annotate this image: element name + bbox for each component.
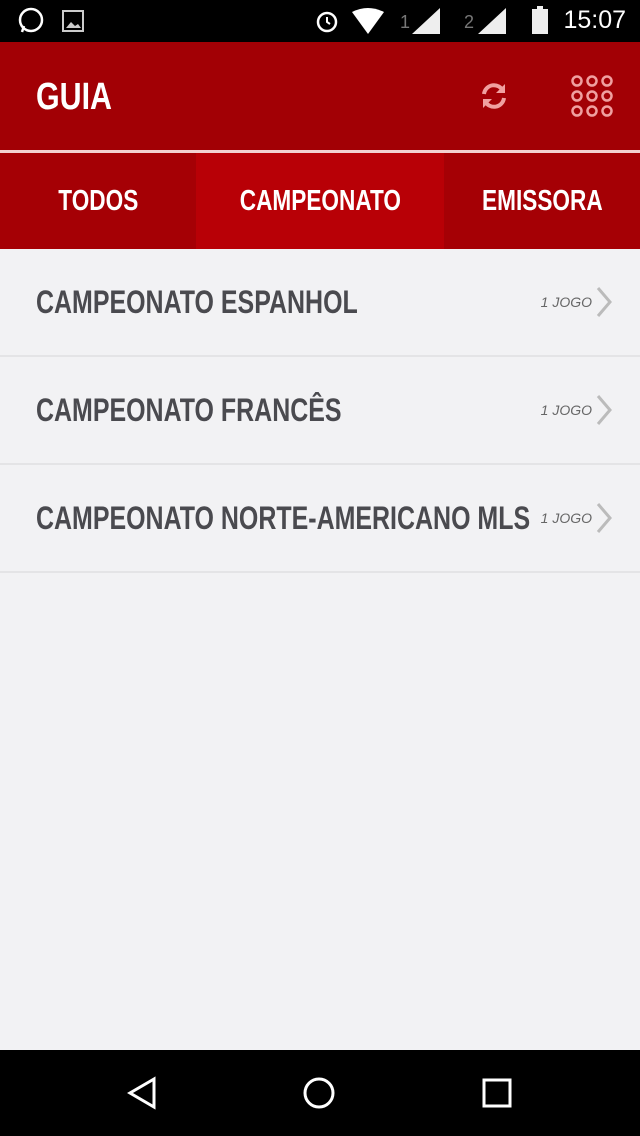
- home-icon[interactable]: [302, 1076, 336, 1110]
- clock: 15:07: [563, 6, 626, 34]
- recents-icon[interactable]: [482, 1078, 512, 1108]
- battery-icon: [532, 6, 548, 34]
- chevron-right-icon: [596, 503, 612, 533]
- tab-bar: TODOS CAMPEONATO EMISSORA: [0, 153, 640, 249]
- tab-label: TODOS: [57, 184, 139, 217]
- game-count: 1 JOGO: [540, 510, 592, 526]
- tab-todos[interactable]: TODOS: [0, 153, 196, 249]
- status-bar: 1 2 15:07: [0, 0, 640, 42]
- signal-icon: [412, 8, 440, 34]
- list-item[interactable]: CAMPEONATO FRANCÊS 1 JOGO: [0, 357, 640, 465]
- apps-grid-icon[interactable]: [570, 74, 614, 118]
- game-count: 1 JOGO: [540, 294, 592, 310]
- chevron-right-icon: [596, 287, 612, 317]
- tab-campeonato[interactable]: CAMPEONATO: [196, 153, 444, 249]
- tab-label: CAMPEONATO: [239, 184, 401, 217]
- alarm-icon: [316, 11, 338, 33]
- game-count: 1 JOGO: [540, 402, 592, 418]
- championship-list: CAMPEONATO ESPANHOL 1 JOGO CAMPEONATO FR…: [0, 249, 640, 573]
- sim1-label: 1: [400, 12, 411, 32]
- tab-label: EMISSORA: [481, 184, 603, 217]
- signal-icon: [478, 8, 506, 34]
- championship-name: CAMPEONATO FRANCÊS: [36, 391, 342, 428]
- tab-emissora[interactable]: EMISSORA: [444, 153, 640, 249]
- navigation-bar: [0, 1050, 640, 1136]
- app-header: GUIA: [0, 42, 640, 150]
- back-icon[interactable]: [126, 1076, 158, 1110]
- championship-name: CAMPEONATO ESPANHOL: [36, 283, 358, 320]
- page-title: GUIA: [36, 76, 112, 118]
- whatsapp-icon: [18, 7, 44, 33]
- refresh-icon[interactable]: [478, 80, 510, 112]
- image-icon: [62, 10, 84, 32]
- wifi-icon: [352, 8, 384, 34]
- chevron-right-icon: [596, 395, 612, 425]
- list-item[interactable]: CAMPEONATO NORTE-AMERICANO MLS 1 JOGO: [0, 465, 640, 573]
- sim2-label: 2: [464, 12, 475, 32]
- championship-name: CAMPEONATO NORTE-AMERICANO MLS: [36, 499, 531, 536]
- list-item[interactable]: CAMPEONATO ESPANHOL 1 JOGO: [0, 249, 640, 357]
